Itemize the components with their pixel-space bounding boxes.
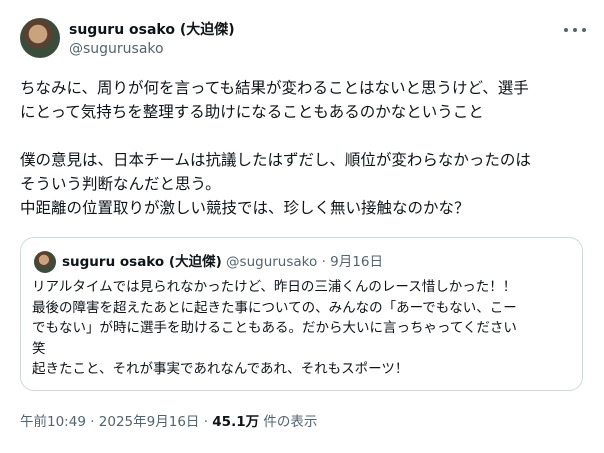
tweet-line: ちなみに、周りが何を言っても結果が変わることはないと思うけど、選手 — [20, 79, 529, 97]
quoted-author-handle: @sugurusako — [226, 254, 318, 270]
tweet-timestamp[interactable]: 午前10:49 · 2025年9月16日 · — [20, 414, 212, 430]
quoted-tweet-header: suguru osako (大迫傑) @sugurusako · 9月16日 — [62, 252, 383, 272]
quoted-line: 起きたこと、それが事実であれなんであれ、それもスポーツ！ — [32, 361, 409, 378]
tweet-line: 中距離の位置取りが激しい競技では、珍しく無い接触なのかな？ — [20, 199, 470, 217]
quoted-date-separator: · — [321, 254, 326, 270]
tweet-line: 僕の意見は、日本チームは抗議したはずだし、順位が変わらなかったのは — [20, 151, 531, 169]
tweet-line: そういう判断なんだと思う。 — [20, 175, 221, 193]
quoted-line: リアルタイムでは見られなかったけど、昨日の三浦くんのレース惜しかった！！ — [32, 279, 517, 295]
quoted-tweet-date: 9月16日 — [330, 254, 383, 270]
view-count: 45.1万 — [212, 414, 260, 430]
tweet-line: にとって気持ちを整理する助けになることもあるのかなということ — [20, 103, 484, 121]
quoted-author-name: suguru osako (大迫傑) — [62, 254, 222, 270]
author-avatar[interactable] — [20, 18, 60, 58]
quoted-tweet-card[interactable]: suguru osako (大迫傑) @sugurusako · 9月16日 リ… — [20, 237, 583, 391]
author-handle[interactable]: @sugurusako — [69, 40, 164, 58]
tweet-text: ちなみに、周りが何を言っても結果が変わることはないと思うけど、選手 にとって気持… — [20, 76, 590, 220]
quoted-line: 最後の障害を超えたあとに起きた事についての、みんなの「あーでもない、こー — [32, 299, 517, 316]
author-name[interactable]: suguru osako (大迫傑) — [69, 21, 235, 39]
quoted-line: 笑 — [32, 340, 46, 357]
quoted-tweet-text: リアルタイムでは見られなかったけど、昨日の三浦くんのレース惜しかった！！ 最後の… — [32, 277, 577, 380]
tweet-meta: 午前10:49 · 2025年9月16日 · 45.1万 件の表示 — [20, 412, 317, 432]
more-horizontal-icon[interactable] — [564, 22, 586, 38]
quoted-line: でもない」が時に選手を助けることもある。だから大いに言っちゃってください — [32, 320, 517, 337]
quoted-author-avatar — [34, 251, 56, 273]
view-count-label: 件の表示 — [259, 414, 318, 430]
